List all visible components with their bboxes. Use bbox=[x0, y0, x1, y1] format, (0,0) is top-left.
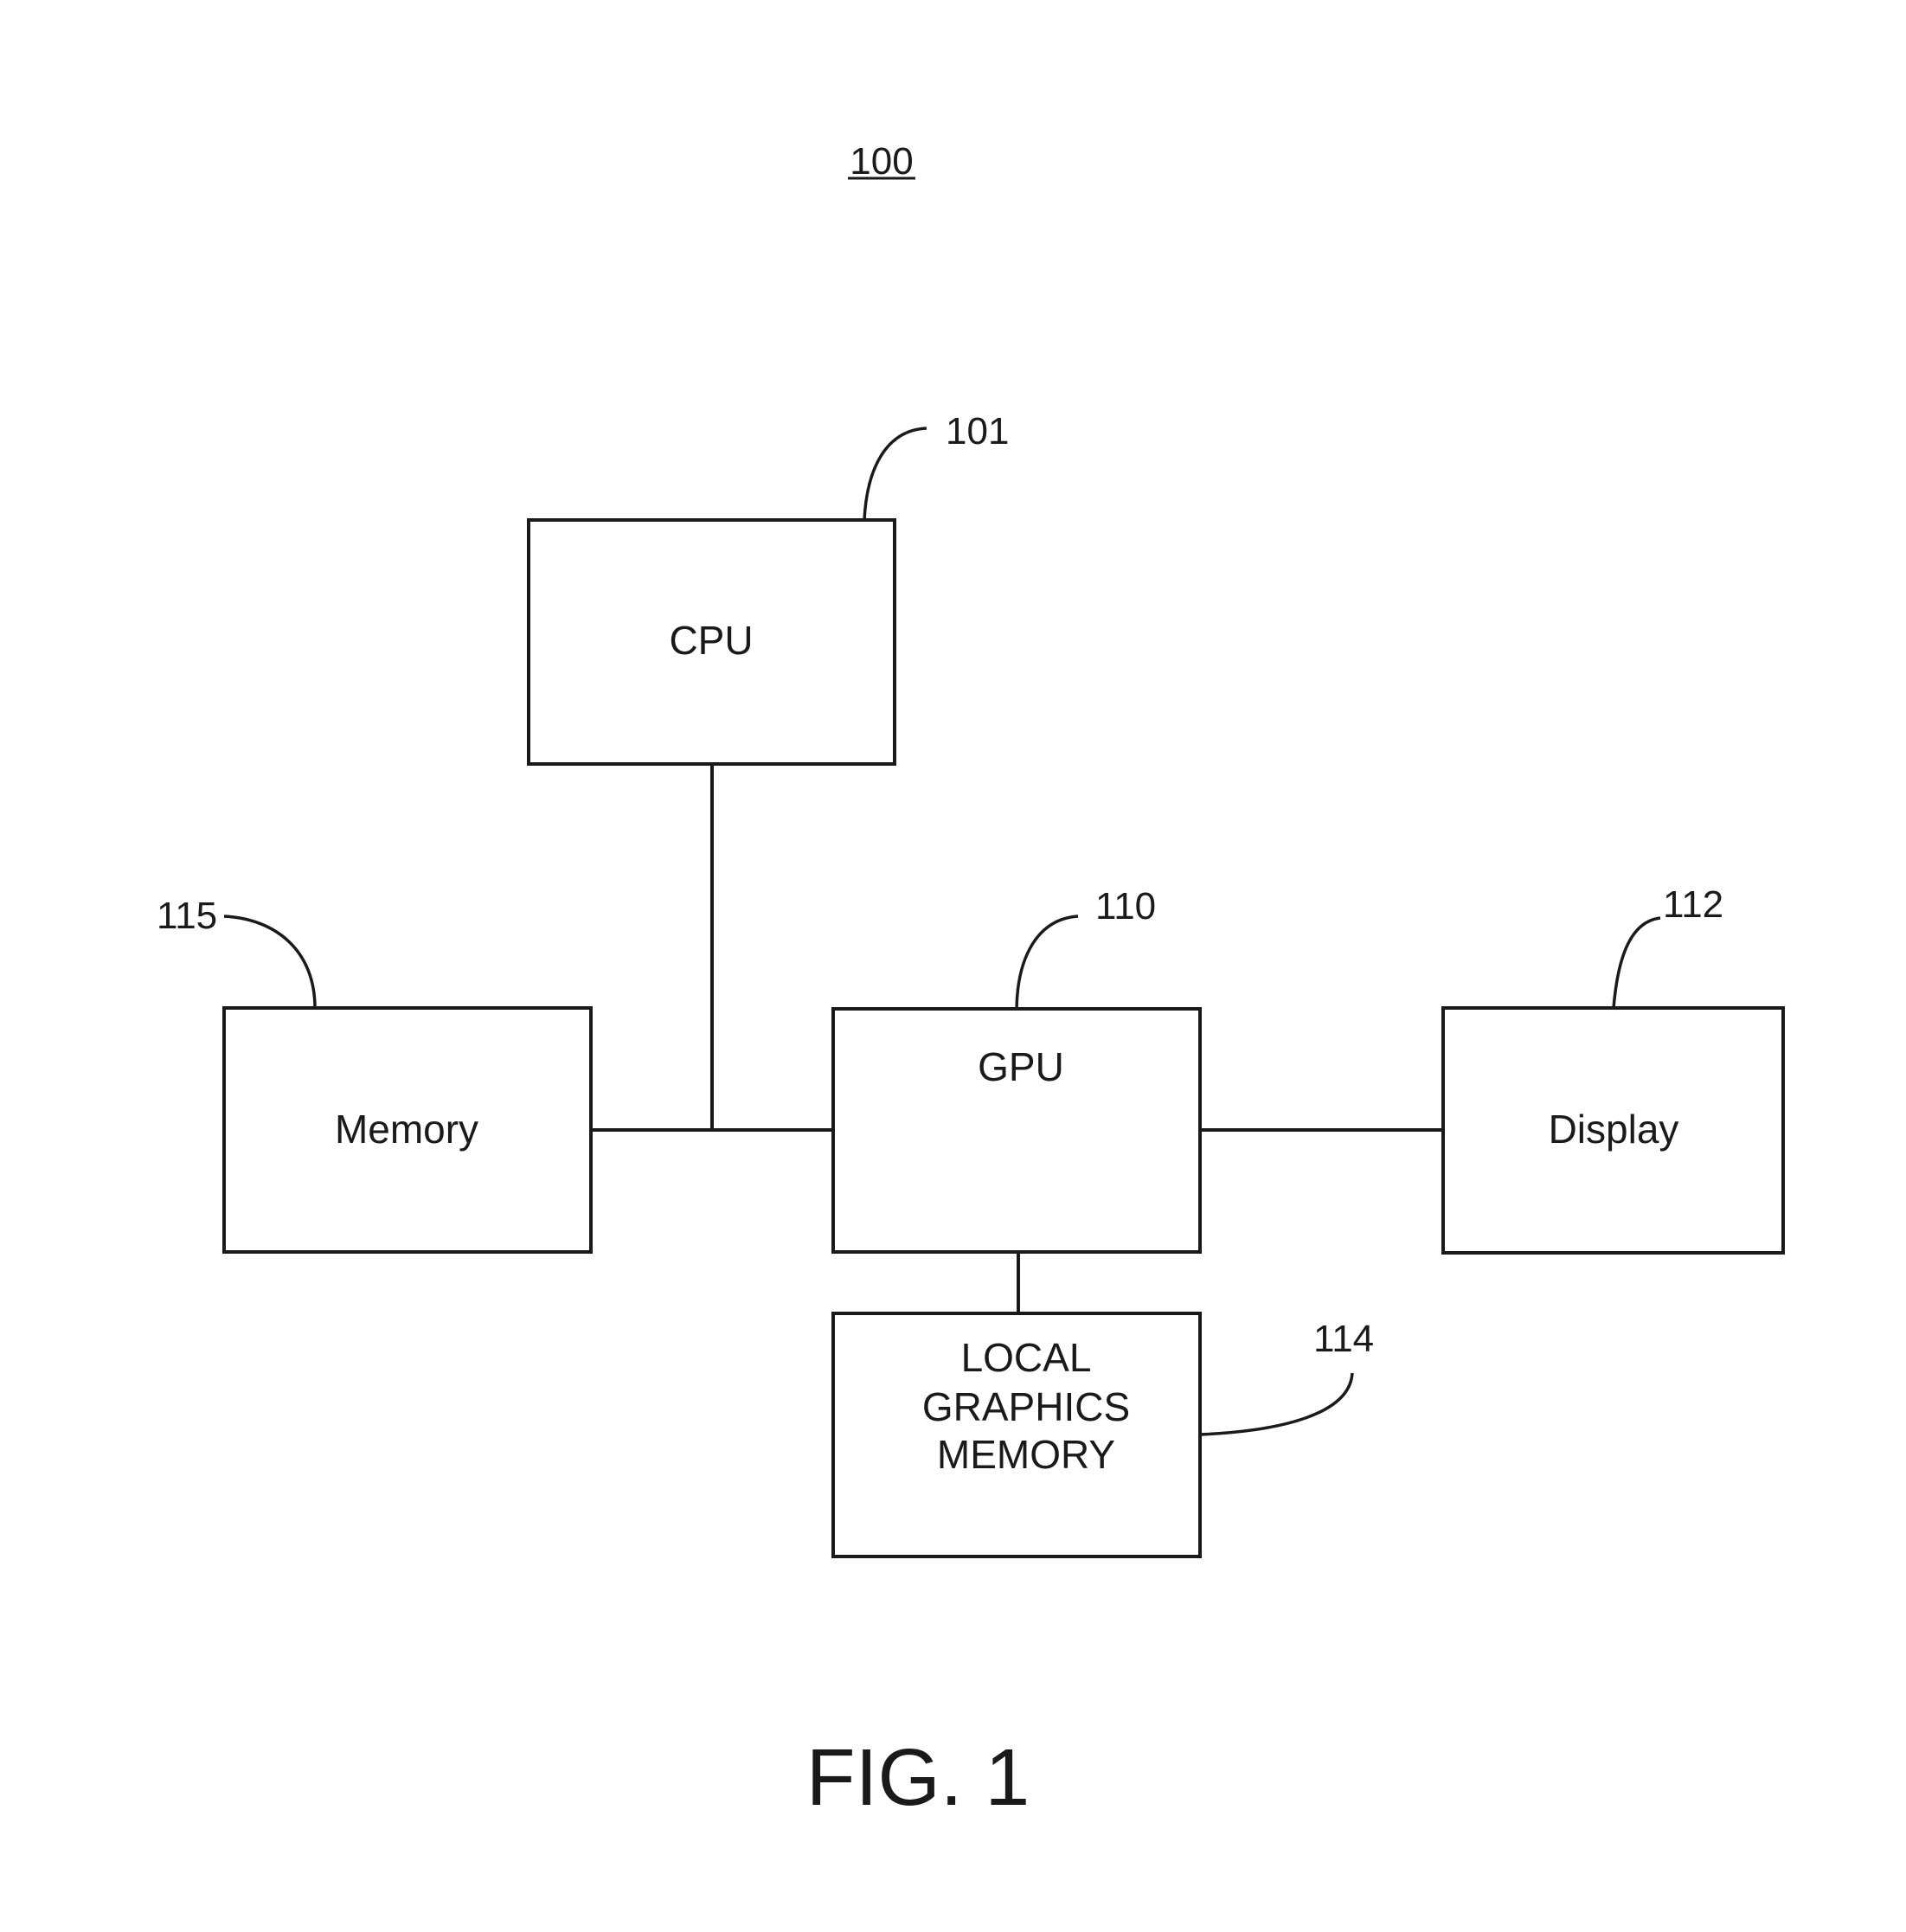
cpu-label: CPU bbox=[669, 618, 753, 663]
block-diagram: 100 CPU 101 Memory 115 GPU 110 Display 1… bbox=[157, 140, 1785, 1822]
gpu-label: GPU bbox=[978, 1044, 1064, 1089]
display-ref-leader bbox=[1612, 916, 1661, 1009]
memory-ref-leader bbox=[223, 915, 317, 1009]
local-graphics-memory-ref-leader bbox=[1199, 1372, 1354, 1436]
local-graphics-memory-block: LOCAL GRAPHICS MEMORY 114 bbox=[831, 1312, 1374, 1558]
display-label: Display bbox=[1549, 1107, 1679, 1152]
local-graphics-memory-label-line-2: GRAPHICS bbox=[922, 1384, 1130, 1429]
gpu-block: GPU 110 bbox=[831, 885, 1202, 1254]
figure-caption: FIG. 1 bbox=[806, 1732, 1030, 1822]
memory-block: Memory 115 bbox=[157, 895, 593, 1254]
gpu-ref-number: 110 bbox=[1095, 885, 1156, 927]
local-graphics-memory-ref-number: 114 bbox=[1313, 1318, 1374, 1360]
display-ref-number: 112 bbox=[1663, 883, 1723, 926]
gpu-ref-leader bbox=[1015, 915, 1079, 1010]
local-graphics-memory-label-line-3: MEMORY bbox=[937, 1432, 1115, 1477]
display-block: Display 112 bbox=[1441, 883, 1785, 1255]
cpu-block: CPU 101 bbox=[527, 410, 1009, 766]
cpu-ref-number: 101 bbox=[946, 410, 1009, 453]
local-graphics-memory-label-line-1: LOCAL bbox=[961, 1335, 1092, 1380]
cpu-ref-leader bbox=[863, 427, 927, 521]
memory-label: Memory bbox=[335, 1107, 478, 1152]
figure-number: 100 bbox=[850, 140, 913, 183]
memory-ref-number: 115 bbox=[157, 895, 217, 937]
